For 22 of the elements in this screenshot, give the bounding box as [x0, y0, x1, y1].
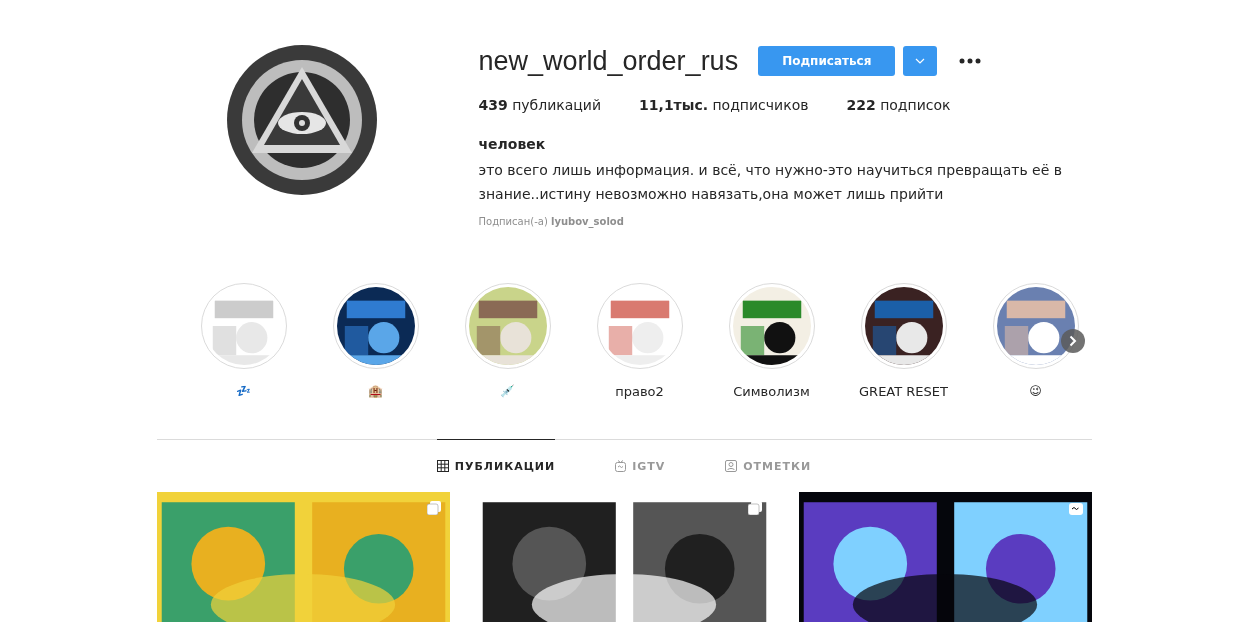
highlight-label: GREAT RESET: [859, 384, 948, 399]
grid-icon: [436, 460, 449, 472]
carousel-icon: [426, 501, 441, 515]
profile-name: человек: [478, 136, 547, 152]
highlight-label: 💉: [500, 384, 515, 398]
highlight-label: Символизм: [733, 384, 810, 399]
dropdown-button[interactable]: [903, 46, 938, 76]
tv-icon: [615, 460, 627, 472]
carousel-icon: [747, 501, 762, 515]
person-tag-icon: [725, 460, 738, 472]
highlight-label: 🏨: [368, 384, 383, 398]
chevron-right-icon: [1068, 335, 1077, 347]
highlight-label: 💤: [236, 384, 251, 398]
stat-count[interactable]: 11,1тыс. подписчиков: [639, 97, 809, 113]
highlight-label: 😉: [1029, 384, 1042, 398]
chevron-down-icon: [915, 58, 926, 64]
stat-count[interactable]: 439 публикаций: [478, 97, 602, 113]
username: new_world_order_rus: [478, 45, 739, 77]
more-options-icon[interactable]: [959, 58, 982, 64]
stat-count[interactable]: 222 подписок: [846, 97, 951, 113]
highlight-label: право2: [615, 384, 664, 399]
bio-text: это всего лишь информация. и всё, что нужно-это научиться превращать её в знание..истину невозможно навязать,она может лишь прийти: [478, 161, 1064, 204]
